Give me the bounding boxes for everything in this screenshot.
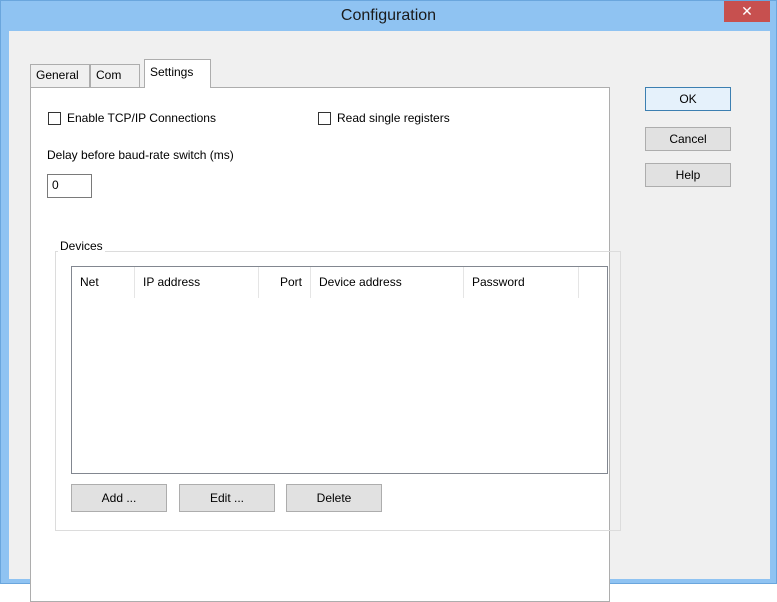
enable-tcp-row[interactable]: Enable TCP/IP Connections [48, 111, 216, 125]
configuration-window: Configuration ✕ General Com Settings Ena… [0, 0, 777, 602]
tab-settings[interactable]: Settings [144, 59, 211, 88]
help-button[interactable]: Help [645, 163, 731, 187]
column-header-net[interactable]: Net [72, 267, 135, 298]
devices-group-title: Devices [58, 239, 105, 253]
ok-button[interactable]: OK [645, 87, 731, 111]
close-button[interactable]: ✕ [724, 1, 770, 22]
column-header-password[interactable]: Password [464, 267, 579, 298]
read-single-label: Read single registers [337, 111, 450, 125]
add-device-button[interactable]: Add ... [71, 484, 167, 512]
close-icon: ✕ [741, 3, 753, 19]
delay-label: Delay before baud-rate switch (ms) [47, 148, 234, 162]
tab-settings-label: Settings [150, 65, 194, 79]
enable-tcp-label: Enable TCP/IP Connections [67, 111, 216, 125]
enable-tcp-checkbox[interactable] [48, 111, 61, 125]
devices-list[interactable]: Net IP address Port Device address Passw… [71, 266, 608, 474]
window-title: Configuration [340, 7, 437, 24]
tab-com-label: Com [96, 68, 122, 82]
column-header-device-address[interactable]: Device address [311, 267, 464, 298]
tab-general[interactable]: General [30, 64, 90, 87]
column-header-port[interactable]: Port [259, 267, 311, 298]
tab-general-label: General [36, 68, 79, 82]
read-single-checkbox[interactable] [318, 111, 331, 125]
tab-com[interactable]: Com [90, 64, 140, 87]
devices-list-header: Net IP address Port Device address Passw… [72, 267, 607, 298]
delete-device-button[interactable]: Delete [286, 484, 382, 512]
title-bar[interactable]: Configuration ✕ [1, 1, 776, 31]
read-single-row[interactable]: Read single registers [318, 111, 450, 125]
delay-input[interactable]: 0 [47, 174, 92, 198]
cancel-button[interactable]: Cancel [645, 127, 731, 151]
settings-tab-panel: Enable TCP/IP Connections Read single re… [30, 87, 621, 602]
column-header-ip-address[interactable]: IP address [135, 267, 259, 298]
edit-device-button[interactable]: Edit ... [179, 484, 275, 512]
dialog-client-area: General Com Settings Enable TCP/IP Conne… [9, 31, 770, 602]
